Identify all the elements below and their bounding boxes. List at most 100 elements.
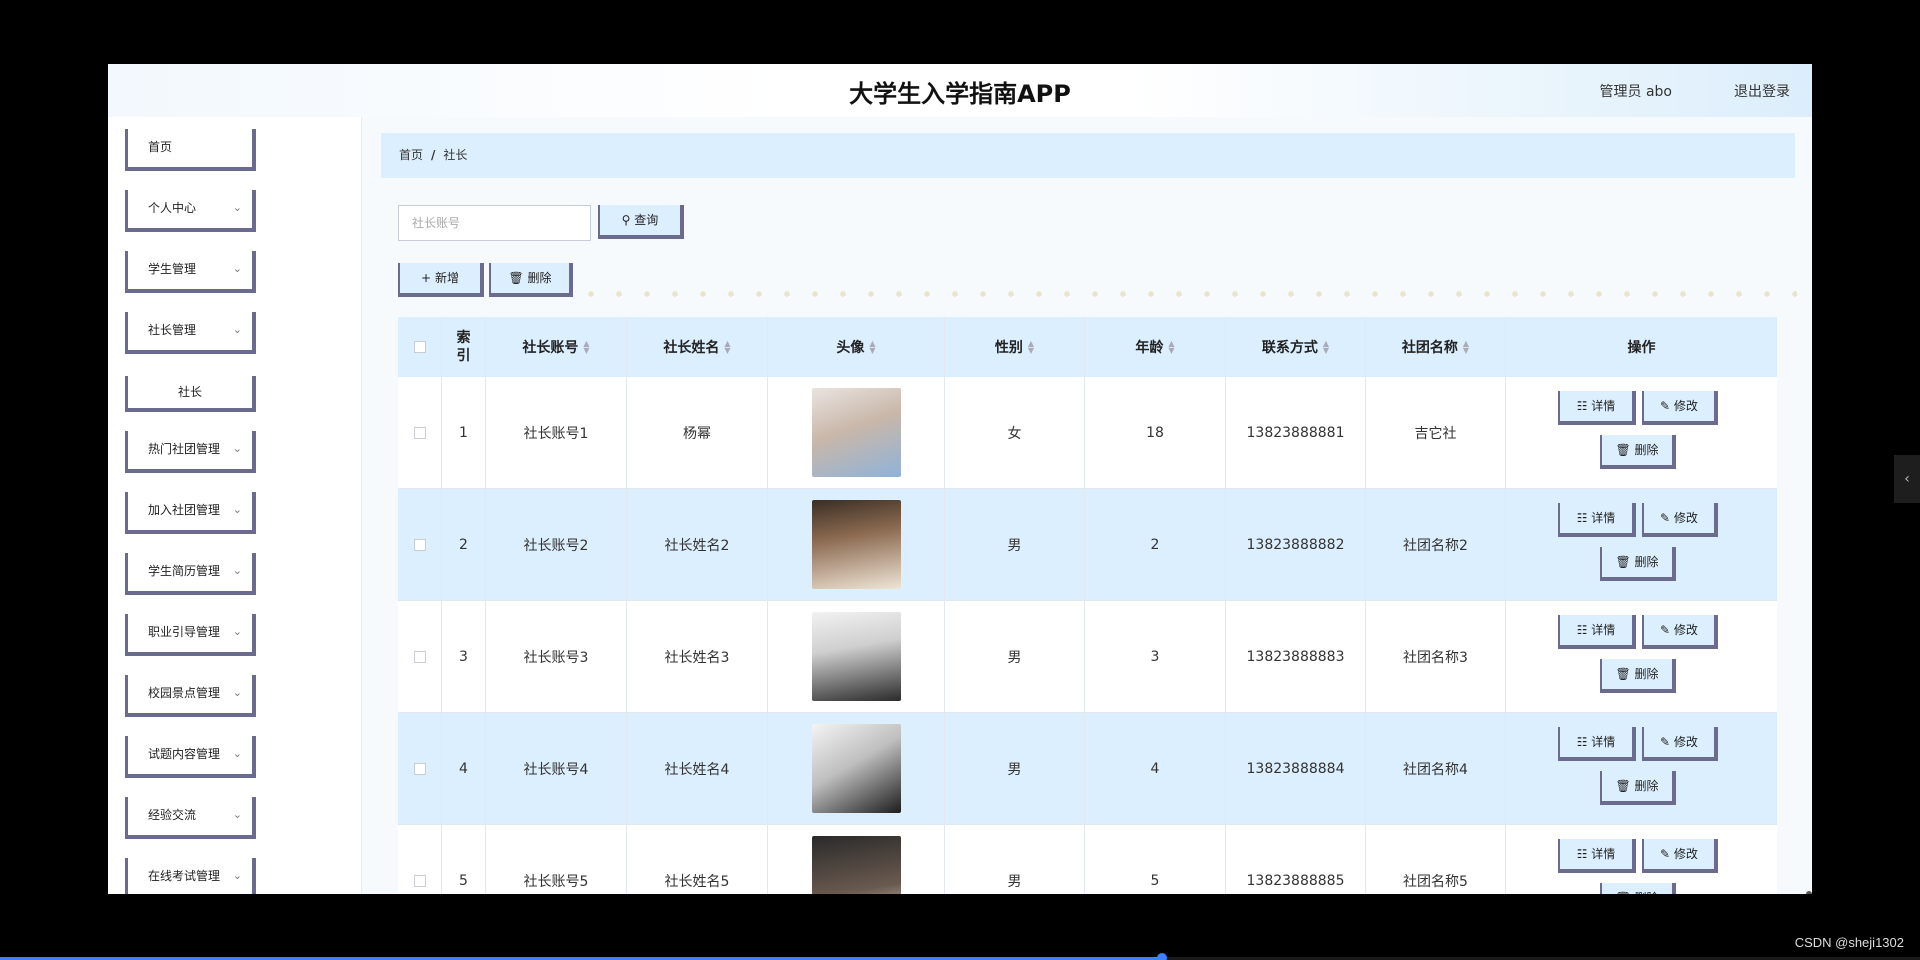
sidebar-item-9[interactable]: 校园景点管理 ⌄: [125, 675, 256, 717]
delete-button[interactable]: 🗑 删除: [1600, 883, 1676, 894]
row-select-cell: [398, 489, 442, 600]
sidebar-item-0[interactable]: 首页: [125, 129, 256, 171]
side-panel-toggle[interactable]: ‹: [1894, 455, 1920, 503]
detail-button[interactable]: ☷ 详情: [1558, 391, 1636, 425]
plus-icon: +: [421, 271, 432, 285]
actions-cell: ☷ 详情✎ 修改 🗑 删除: [1506, 377, 1777, 488]
pencil-icon: ✎: [1660, 399, 1674, 413]
column-header-2[interactable]: 社长姓名 ▲ ▼: [627, 317, 768, 377]
chevron-down-icon: ⌄: [232, 869, 242, 882]
chevron-down-icon: ⌄: [232, 442, 242, 455]
edit-button[interactable]: ✎ 修改: [1642, 839, 1718, 873]
add-button[interactable]: + 新增: [398, 263, 484, 297]
pencil-icon: ✎: [1660, 735, 1674, 749]
edit-button[interactable]: ✎ 修改: [1642, 727, 1718, 761]
sidebar-item-10[interactable]: 试题内容管理 ⌄: [125, 736, 256, 778]
cell-name: 社长姓名2: [627, 489, 768, 600]
scrollbar-thumb[interactable]: [1806, 891, 1812, 894]
detail-button[interactable]: ☷ 详情: [1558, 615, 1636, 649]
logout-link[interactable]: 退出登录: [1734, 81, 1790, 101]
column-header-1[interactable]: 社长账号 ▲ ▼: [486, 317, 627, 377]
column-header-3[interactable]: 头像 ▲ ▼: [768, 317, 945, 377]
avatar: [811, 500, 901, 589]
sidebar-item-2[interactable]: 学生管理 ⌄: [125, 251, 256, 293]
avatar: [811, 388, 901, 477]
table-row: 5社长账号5社长姓名5男513823888885社团名称5☷ 详情✎ 修改🗑 删…: [398, 825, 1777, 894]
cell-age: 2: [1085, 489, 1226, 600]
sort-icon[interactable]: ▲ ▼: [1463, 340, 1469, 355]
admin-user-label: 管理员 abo: [1599, 84, 1672, 100]
edit-button[interactable]: ✎ 修改: [1642, 615, 1718, 649]
delete-button[interactable]: 🗑 删除: [1600, 771, 1676, 805]
breadcrumb-current: 社长: [443, 148, 468, 162]
sidebar-item-6[interactable]: 加入社团管理 ⌄: [125, 492, 256, 534]
avatar: [811, 612, 901, 701]
app-title: 大学生入学指南APP: [849, 80, 1071, 108]
sidebar-item-12[interactable]: 在线考试管理 ⌄: [125, 858, 256, 894]
row-checkbox[interactable]: [413, 426, 426, 439]
chevron-left-icon: ‹: [1904, 471, 1910, 487]
sort-icon[interactable]: ▲ ▼: [724, 340, 730, 355]
cell-age: 3: [1085, 601, 1226, 712]
sidebar-item-label: 社长管理: [148, 323, 197, 337]
column-header-label: 性别: [994, 340, 1023, 356]
column-header-label: 联系方式: [1261, 340, 1318, 356]
row-checkbox[interactable]: [413, 538, 426, 551]
detail-button[interactable]: ☷ 详情: [1558, 727, 1636, 761]
sort-icon[interactable]: ▲ ▼: [1323, 340, 1329, 355]
sidebar-item-8[interactable]: 职业引导管理 ⌄: [125, 614, 256, 656]
cell-account: 社长账号1: [486, 377, 627, 488]
sidebar-item-label: 职业引导管理: [148, 625, 221, 639]
search-input[interactable]: 社长账号: [398, 205, 591, 241]
sidebar-item-3[interactable]: 社长管理 ⌄: [125, 312, 256, 354]
main-content: 首页 / 社长 社长账号 ⚲ 查询 + 新增 🗑 删除 索引 社长账号 ▲ ▼ 社长姓名 ▲ ▼…: [362, 117, 1812, 894]
cell-gender: 男: [945, 713, 1085, 824]
chevron-down-icon: ⌄: [232, 808, 242, 821]
sort-icon[interactable]: ▲ ▼: [869, 340, 875, 355]
row-checkbox[interactable]: [413, 650, 426, 663]
delete-button[interactable]: 🗑 删除: [1600, 659, 1676, 693]
select-all-checkbox[interactable]: [413, 341, 426, 353]
progress-knob[interactable]: [1156, 953, 1167, 960]
actions-cell: ☷ 详情✎ 修改🗑 删除: [1506, 489, 1777, 600]
sort-icon[interactable]: ▲ ▼: [1028, 340, 1034, 355]
sidebar-item-label: 学生简历管理: [148, 564, 221, 578]
column-header-5[interactable]: 年龄 ▲ ▼: [1085, 317, 1226, 377]
search-button[interactable]: ⚲ 查询: [598, 205, 684, 239]
cell-age: 5: [1085, 825, 1226, 894]
pencil-icon: ✎: [1660, 511, 1674, 525]
sidebar-item-11[interactable]: 经验交流 ⌄: [125, 797, 256, 839]
sidebar-item-5[interactable]: 热门社团管理 ⌄: [125, 431, 256, 473]
sidebar-item-4[interactable]: 社长: [125, 376, 256, 412]
sidebar-item-label: 加入社团管理: [148, 503, 221, 517]
sidebar-item-1[interactable]: 个人中心 ⌄: [125, 190, 256, 232]
detail-label: 详情: [1591, 399, 1616, 413]
edit-label: 修改: [1673, 511, 1698, 525]
edit-button[interactable]: ✎ 修改: [1642, 391, 1718, 425]
column-header-8: 操作: [1506, 317, 1777, 377]
document-icon: ☷: [1576, 623, 1592, 637]
batch-delete-button[interactable]: 🗑 删除: [489, 263, 573, 297]
cell-age: 4: [1085, 713, 1226, 824]
column-header-7[interactable]: 社团名称 ▲ ▼: [1366, 317, 1506, 377]
sort-icon[interactable]: ▲ ▼: [583, 340, 589, 355]
app-window: 大学生入学指南APP 管理员 abo 退出登录 首页个人中心 ⌄ 学生管理 ⌄ 社长管理…: [108, 64, 1812, 894]
column-header-6[interactable]: 联系方式 ▲ ▼: [1226, 317, 1366, 377]
cell-gender: 男: [945, 601, 1085, 712]
sidebar-item-label: 热门社团管理: [148, 442, 221, 456]
row-checkbox[interactable]: [413, 762, 426, 775]
row-checkbox[interactable]: [413, 874, 426, 887]
breadcrumb-home[interactable]: 首页: [399, 148, 423, 162]
detail-button[interactable]: ☷ 详情: [1558, 503, 1636, 537]
column-header-4[interactable]: 性别 ▲ ▼: [945, 317, 1085, 377]
cell-gender: 男: [945, 489, 1085, 600]
edit-button[interactable]: ✎ 修改: [1642, 503, 1718, 537]
delete-button[interactable]: 🗑 删除: [1600, 435, 1676, 469]
cell-account: 社长账号2: [486, 489, 627, 600]
column-header-label: 头像: [836, 340, 865, 356]
detail-button[interactable]: ☷ 详情: [1558, 839, 1636, 873]
cell-account: 社长账号4: [486, 713, 627, 824]
delete-button[interactable]: 🗑 删除: [1600, 547, 1676, 581]
sort-icon[interactable]: ▲ ▼: [1168, 340, 1174, 355]
sidebar-item-7[interactable]: 学生简历管理 ⌄: [125, 553, 256, 595]
